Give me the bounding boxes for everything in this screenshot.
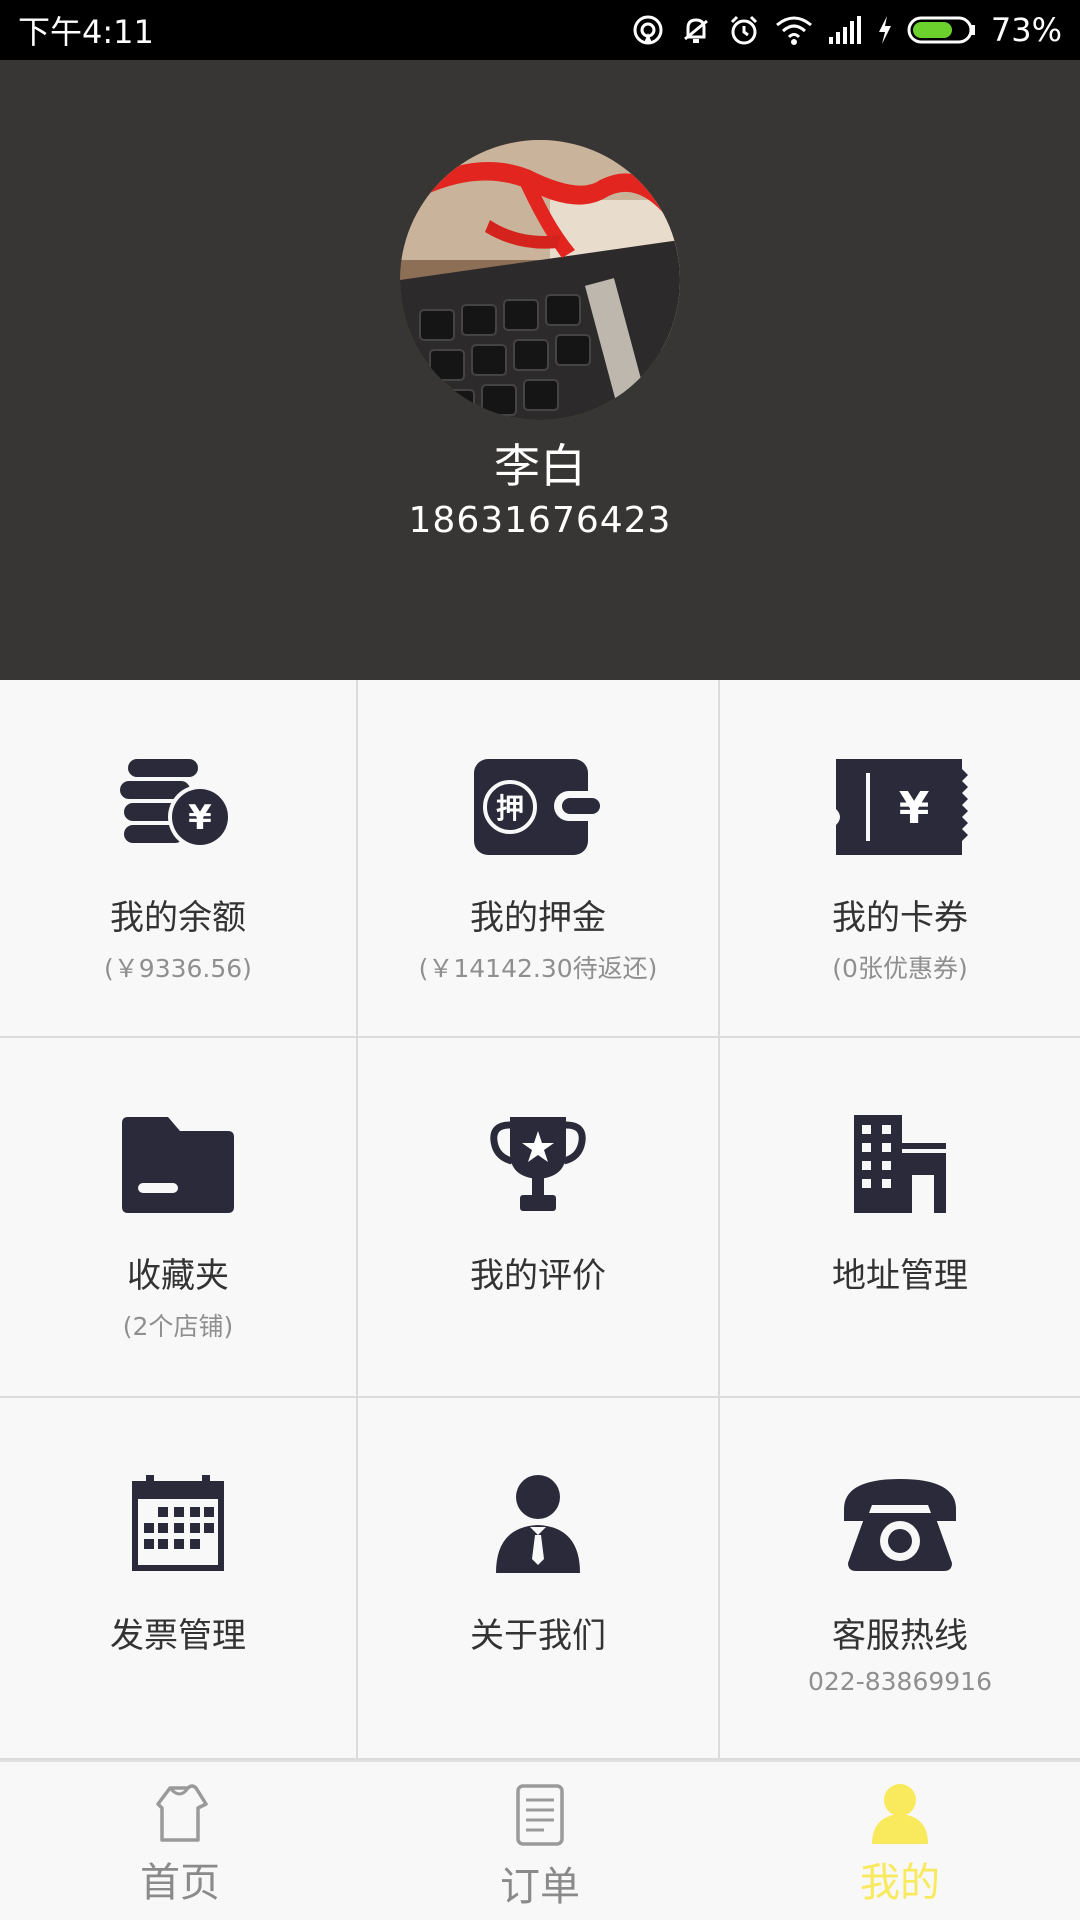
wallet-deposit-icon: 押: [468, 750, 608, 860]
menu-label: 关于我们: [470, 1616, 606, 1656]
menu-item-about[interactable]: 关于我们: [358, 1398, 720, 1760]
nav-profile[interactable]: 我的: [720, 1762, 1080, 1920]
svg-text:¥: ¥: [899, 783, 930, 834]
status-bar: 下午4:11 73%: [0, 0, 1080, 60]
telephone-icon: [830, 1468, 970, 1578]
menu-label: 收藏夹: [127, 1256, 229, 1296]
menu-grid: ¥ 我的余额 (￥9336.56) 押 我的押金 (￥14142.30待返还): [0, 680, 1080, 1760]
status-icons: 73%: [631, 11, 1062, 49]
nav-label: 我的: [860, 1860, 940, 1906]
menu-item-balance[interactable]: ¥ 我的余额 (￥9336.56): [0, 680, 358, 1038]
user-phone: 18631676423: [408, 500, 672, 541]
menu-sub: 022-83869916: [808, 1667, 992, 1696]
trophy-icon: [468, 1108, 608, 1218]
building-icon: [830, 1108, 970, 1218]
menu-item-reviews[interactable]: 我的评价: [358, 1038, 720, 1398]
coins-yen-icon: ¥: [108, 750, 248, 860]
menu-sub: (￥9336.56): [104, 954, 252, 983]
battery-icon: [907, 15, 977, 45]
battery-percent: 73%: [990, 11, 1062, 49]
menu-item-deposit[interactable]: 押 我的押金 (￥14142.30待返还): [358, 680, 720, 1038]
menu-label: 我的评价: [470, 1256, 606, 1296]
order-list-icon: [508, 1782, 572, 1852]
calendar-icon: [108, 1468, 248, 1578]
alarm-icon: [727, 13, 761, 47]
avatar[interactable]: [400, 140, 680, 420]
menu-label: 我的余额: [110, 898, 246, 938]
menu-label: 客服热线: [832, 1616, 968, 1656]
status-time: 下午4:11: [18, 13, 154, 51]
nav-orders[interactable]: 订单: [360, 1762, 720, 1920]
menu-sub: (0张优惠券): [832, 954, 968, 983]
menu-item-invoices[interactable]: 发票管理: [0, 1398, 358, 1760]
user-name: 李白: [494, 439, 586, 493]
nav-label: 首页: [140, 1860, 220, 1906]
ticket-icon: ¥: [830, 750, 970, 860]
menu-item-coupons[interactable]: ¥ 我的卡券 (0张优惠券): [720, 680, 1080, 1038]
menu-sub: (￥14142.30待返还): [418, 954, 658, 983]
menu-sub: (2个店铺): [122, 1312, 234, 1341]
nav-label: 订单: [500, 1864, 580, 1910]
mute-bell-icon: [679, 13, 713, 47]
person-suit-icon: [468, 1468, 608, 1578]
svg-text:¥: ¥: [188, 798, 212, 838]
nav-home[interactable]: 首页: [0, 1762, 360, 1920]
signal-icon: [827, 15, 863, 45]
menu-label: 地址管理: [832, 1256, 968, 1296]
hotspot-icon: [631, 13, 665, 47]
menu-item-addresses[interactable]: 地址管理: [720, 1038, 1080, 1398]
menu-label: 我的卡券: [832, 898, 968, 938]
charging-icon: [877, 15, 893, 45]
menu-label: 我的押金: [470, 898, 606, 938]
folder-icon: [108, 1108, 248, 1218]
svg-text:押: 押: [496, 792, 524, 825]
bottom-nav: 首页 订单 我的: [0, 1760, 1080, 1920]
profile-icon: [868, 1782, 932, 1848]
profile-header: 李白 18631676423: [0, 60, 1080, 680]
home-icon: [148, 1782, 212, 1848]
menu-item-favorites[interactable]: 收藏夹 (2个店铺): [0, 1038, 358, 1398]
wifi-icon: [775, 15, 813, 45]
menu-label: 发票管理: [110, 1616, 246, 1656]
menu-item-hotline[interactable]: 客服热线 022-83869916: [720, 1398, 1080, 1760]
